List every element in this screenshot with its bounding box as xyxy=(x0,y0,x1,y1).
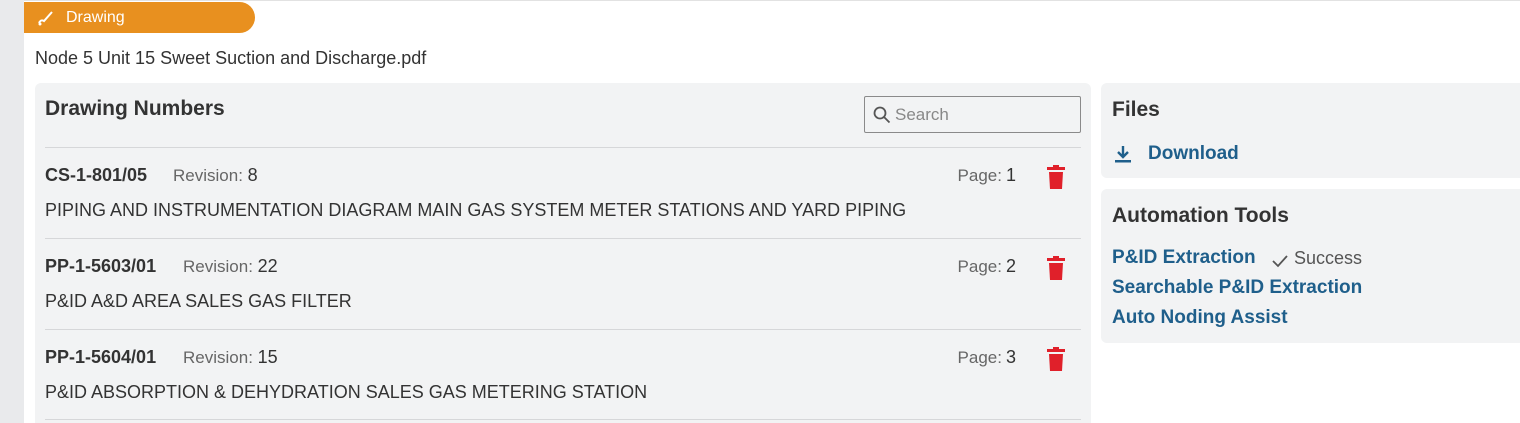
page-value: 1 xyxy=(1005,165,1016,185)
download-label: Download xyxy=(1148,143,1239,164)
status-text: Success xyxy=(1294,248,1363,268)
trash-icon[interactable] xyxy=(1046,347,1066,371)
check-icon xyxy=(1272,252,1288,267)
page: Page: 1 xyxy=(958,165,1016,186)
drawing-tag: Drawing xyxy=(24,2,255,33)
pid-extraction-link[interactable]: P&ID Extraction xyxy=(1112,247,1256,269)
search-input[interactable] xyxy=(895,104,1075,125)
files-panel: Files Download xyxy=(1101,83,1520,178)
drawing-tag-label: Drawing xyxy=(66,8,125,26)
searchable-pid-extraction-link[interactable]: Searchable P&ID Extraction xyxy=(1112,277,1362,299)
search-icon xyxy=(873,106,891,124)
download-icon xyxy=(1114,145,1132,163)
files-title: Files xyxy=(1112,98,1160,121)
drawing-row[interactable]: CS-1-801/05 Revision: 8 Page: 1 PIPING AN… xyxy=(45,147,1081,238)
download-button[interactable]: Download xyxy=(1114,143,1239,165)
drawing-description: PIPING AND INSTRUMENTATION DIAGRAM MAIN … xyxy=(45,200,907,220)
revision: Revision: 8 xyxy=(173,165,258,186)
page-label: Page: xyxy=(957,257,1002,276)
auto-noding-assist-link[interactable]: Auto Noding Assist xyxy=(1112,307,1288,329)
drawing-description: P&ID ABSORPTION & DEHYDRATION SALES GAS … xyxy=(45,382,648,402)
page: Page: 2 xyxy=(958,256,1016,277)
drawing-numbers-title: Drawing Numbers xyxy=(45,97,225,120)
revision-label: Revision: xyxy=(173,166,243,185)
drawing-row[interactable]: PP-1-5603/01 Revision: 22 Page: 2 P&ID A&… xyxy=(45,238,1081,329)
page-label: Page: xyxy=(957,348,1002,367)
revision-value: 15 xyxy=(257,347,278,367)
revision-label: Revision: xyxy=(183,257,253,276)
drawing-code: PP-1-5603/01 xyxy=(45,256,157,276)
drawing-numbers-panel: Drawing Numbers CS-1-801/05 Revision: 8 … xyxy=(35,83,1091,423)
left-rail xyxy=(0,0,24,423)
top-divider xyxy=(24,0,1520,1)
drawing-code: PP-1-5604/01 xyxy=(45,347,157,367)
status-badge: Success xyxy=(1272,248,1362,269)
revision-label: Revision: xyxy=(183,348,253,367)
revision-value: 8 xyxy=(247,165,258,185)
page: Page: 3 xyxy=(958,347,1016,368)
revision: Revision: 15 xyxy=(183,347,278,368)
search-box[interactable] xyxy=(864,96,1081,133)
page-value: 3 xyxy=(1005,347,1016,367)
drawing-icon xyxy=(36,9,56,27)
file-name: Node 5 Unit 15 Sweet Suction and Dischar… xyxy=(35,48,427,68)
automation-tools-panel: Automation Tools P&ID Extraction Success… xyxy=(1101,189,1520,343)
page-value: 2 xyxy=(1005,256,1016,276)
drawing-list: CS-1-801/05 Revision: 8 Page: 1 PIPING AN… xyxy=(45,147,1081,420)
drawing-row[interactable]: PP-1-5604/01 Revision: 15 Page: 3 P&ID AB… xyxy=(45,329,1081,420)
drawing-code: CS-1-801/05 xyxy=(45,165,148,185)
page-label: Page: xyxy=(957,166,1002,185)
trash-icon[interactable] xyxy=(1046,256,1066,280)
trash-icon[interactable] xyxy=(1046,165,1066,189)
revision: Revision: 22 xyxy=(183,256,278,277)
drawing-description: P&ID A&D AREA SALES GAS FILTER xyxy=(45,291,352,311)
revision-value: 22 xyxy=(257,256,278,276)
automation-tools-title: Automation Tools xyxy=(1112,204,1289,227)
